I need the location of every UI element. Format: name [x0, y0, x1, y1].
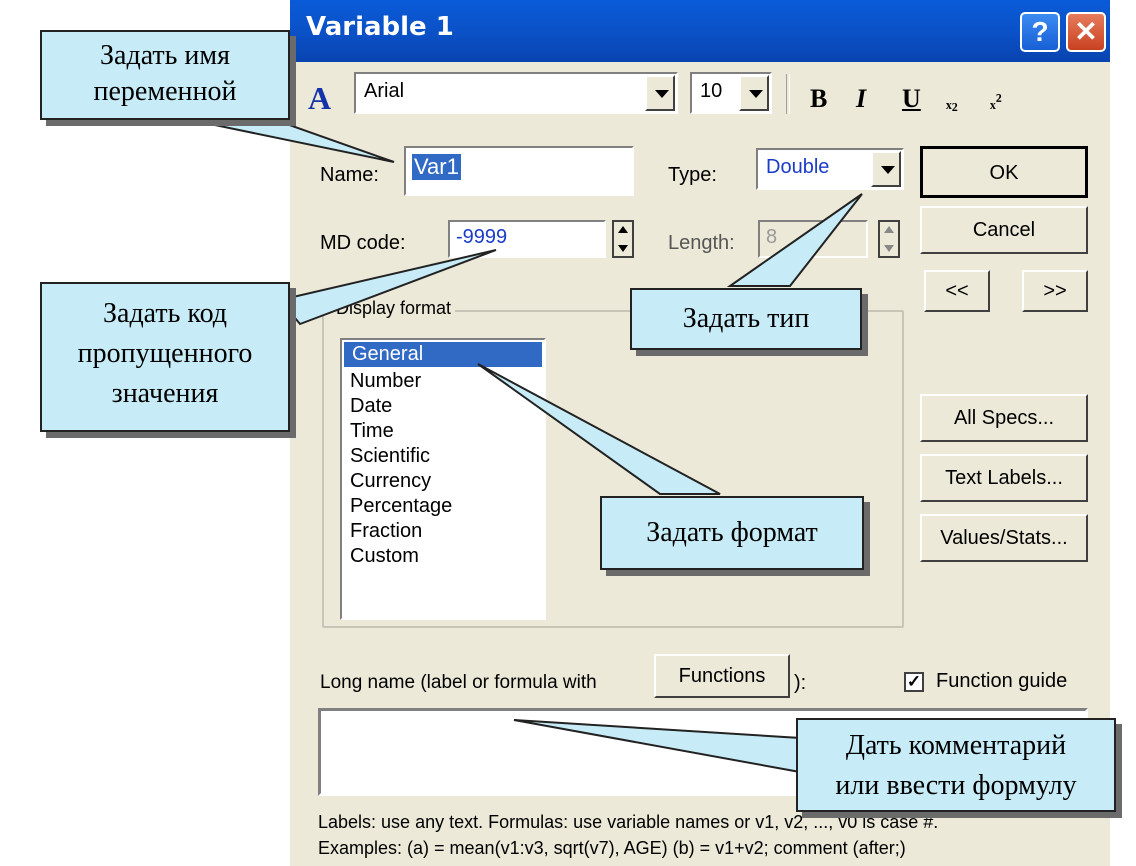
callout-comment-line2: или ввести формулу — [835, 770, 1077, 801]
callout-md-line3: значения — [111, 378, 219, 409]
callout-name-line1: Задать имя — [100, 40, 230, 71]
callout-md-line2: пропущенного — [77, 338, 253, 369]
callout-md-line1: Задать код — [102, 298, 228, 329]
callout-name: Задать имя переменной — [40, 30, 290, 120]
callout-md-code: Задать код пропущенного значения — [40, 282, 290, 432]
callout-type: Задать тип — [630, 288, 862, 350]
callout-comment: Дать комментарий или ввести формулу — [796, 718, 1116, 812]
callout-format: Задать формат — [600, 496, 864, 570]
callout-comment-line1: Дать комментарий — [845, 730, 1067, 761]
callout-name-line2: переменной — [93, 76, 237, 107]
